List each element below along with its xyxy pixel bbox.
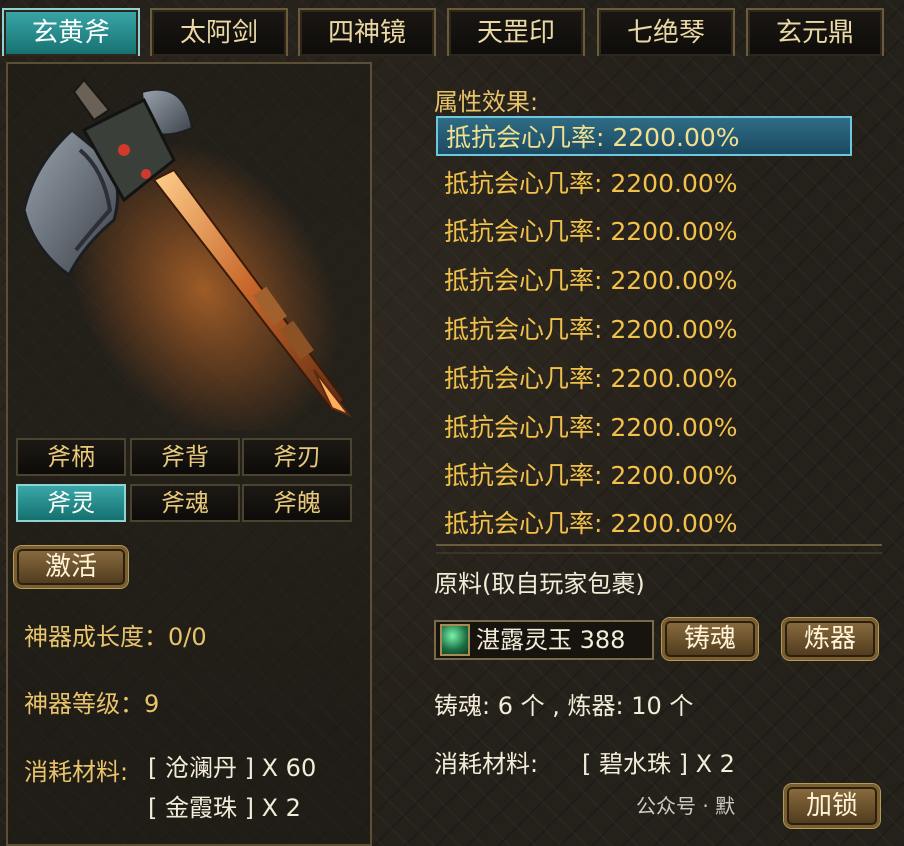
watermark-text: 公众号 · 默 — [636, 794, 736, 818]
tab-xuanhuangfu[interactable]: 玄黄斧 — [2, 8, 140, 56]
level-label-text: 神器等级： — [24, 690, 144, 718]
artifact-right-panel: 属性效果: 抵抗会心几率: 2200.00% 抵抗会心几率: 2200.00% … — [374, 62, 898, 846]
subtab-spirit2[interactable]: 斧魄 — [242, 484, 352, 522]
lock-button[interactable]: 加锁 — [784, 784, 880, 828]
jade-gem-icon — [440, 624, 470, 656]
growth-label-text: 神器成长度： — [24, 623, 168, 651]
growth-label: 神器成长度：0/0 — [24, 617, 207, 652]
material-slot[interactable]: 湛露灵玉 388 — [434, 620, 654, 660]
axe-image — [22, 78, 353, 430]
level-value: 9 — [144, 690, 160, 718]
tab-qijueqin[interactable]: 七绝琴 — [597, 8, 735, 56]
growth-value: 0/0 — [168, 623, 207, 651]
tab-tiangangyin[interactable]: 天罡印 — [447, 8, 585, 56]
tab-xuanyuanding[interactable]: 玄元鼎 — [746, 8, 884, 56]
tab-sishenjing[interactable]: 四神镜 — [298, 8, 436, 56]
left-consume-label: 消耗材料: — [24, 758, 129, 786]
subtab-back[interactable]: 斧背 — [130, 438, 240, 476]
attr-row[interactable]: 抵抗会心几率: 2200.00% — [436, 456, 852, 496]
left-consume-item-2: [ 金霞珠 ] X 2 — [148, 794, 301, 822]
level-label: 神器等级：9 — [24, 684, 159, 719]
subtab-spirit[interactable]: 斧灵 — [16, 484, 126, 522]
subtab-handle[interactable]: 斧柄 — [16, 438, 126, 476]
tab-taiajian[interactable]: 太阿剑 — [150, 8, 288, 56]
material-slot-text: 湛露灵玉 388 — [476, 626, 626, 654]
attr-row[interactable]: 抵抗会心几率: 2200.00% — [436, 261, 852, 301]
right-consume-label: 消耗材料: — [434, 750, 539, 778]
attr-row[interactable]: 抵抗会心几率: 2200.00% — [436, 408, 852, 448]
counts-text: 铸魂: 6 个 , 炼器: 10 个 — [434, 692, 694, 720]
activate-button[interactable]: 激活 — [14, 546, 128, 588]
attr-title: 属性效果: — [434, 88, 539, 116]
attr-row[interactable]: 抵抗会心几率: 2200.00% — [436, 310, 852, 350]
right-consume-item: [ 碧水珠 ] X 2 — [582, 750, 735, 778]
attr-row[interactable]: 抵抗会心几率: 2200.00% — [436, 116, 852, 156]
attr-row[interactable]: 抵抗会心几率: 2200.00% — [436, 504, 852, 544]
forge-soul-button[interactable]: 铸魂 — [662, 618, 758, 660]
attr-row[interactable]: 抵抗会心几率: 2200.00% — [436, 212, 852, 252]
materials-title: 原料(取自玩家包裹) — [434, 570, 645, 598]
attr-list: 抵抗会心几率: 2200.00% 抵抗会心几率: 2200.00% 抵抗会心几率… — [374, 116, 898, 556]
refine-button[interactable]: 炼器 — [782, 618, 878, 660]
subtab-soul[interactable]: 斧魂 — [130, 484, 240, 522]
artifact-tabs: 玄黄斧 太阿剑 四神镜 天罡印 七绝琴 玄元鼎 — [0, 0, 904, 62]
section-divider — [436, 544, 882, 554]
subtab-edge[interactable]: 斧刃 — [242, 438, 352, 476]
left-consume-item-1: [ 沧澜丹 ] X 60 — [148, 754, 317, 782]
attr-row[interactable]: 抵抗会心几率: 2200.00% — [436, 164, 852, 204]
attr-row[interactable]: 抵抗会心几率: 2200.00% — [436, 359, 852, 399]
